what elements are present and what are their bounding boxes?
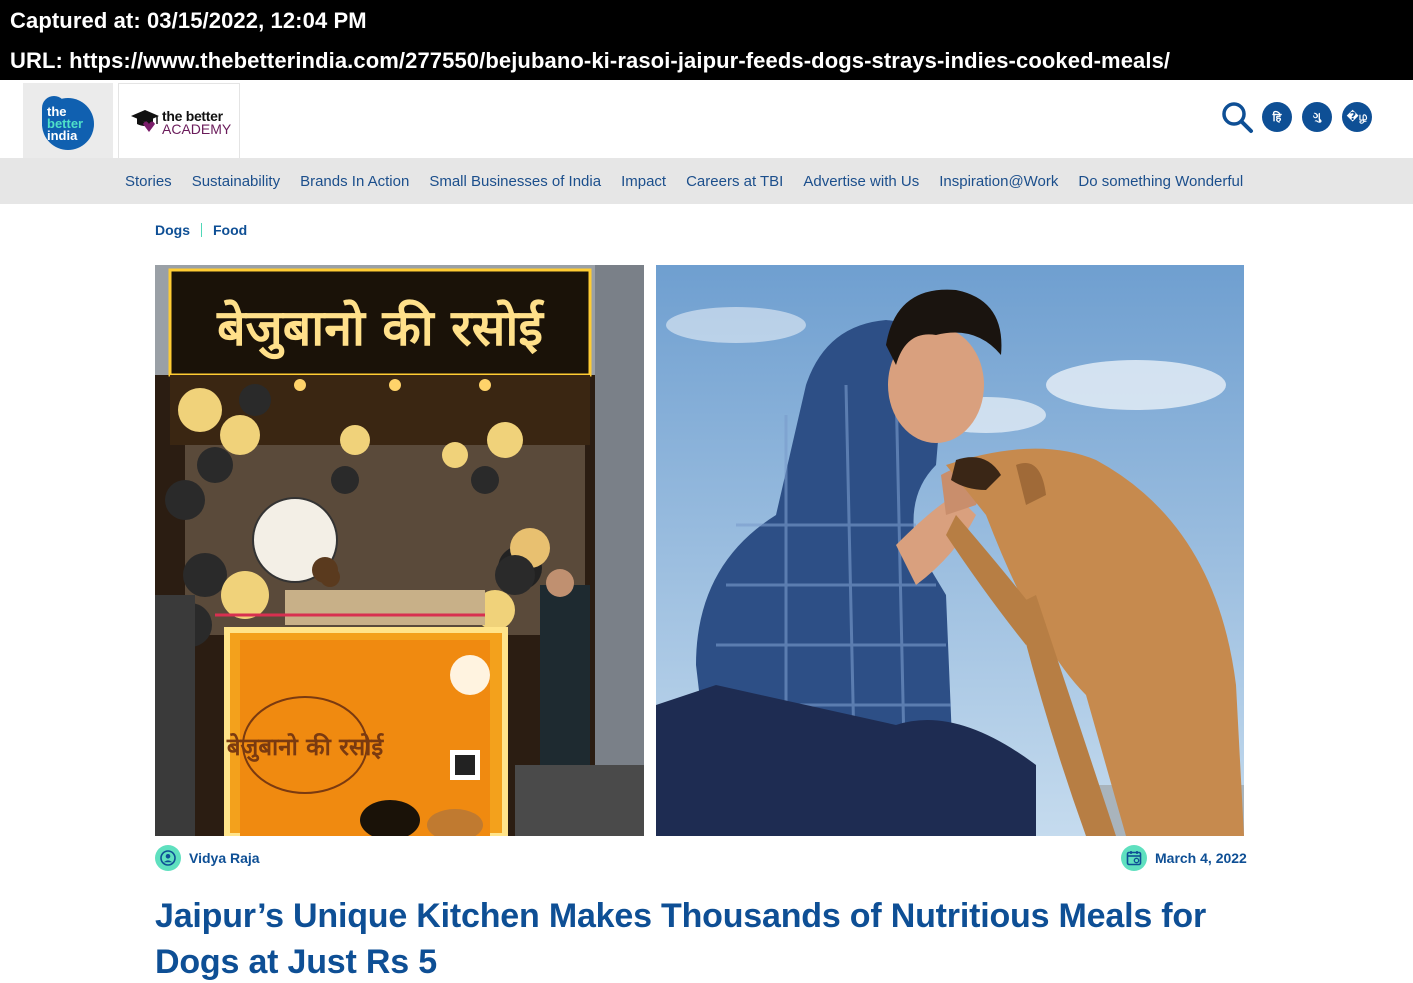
- nav-item-inspiration-at-work[interactable]: Inspiration@Work: [939, 173, 1058, 190]
- calendar-icon: [1121, 845, 1147, 871]
- logo-word-india: india: [47, 128, 78, 143]
- breadcrumb-dogs[interactable]: Dogs: [155, 222, 190, 238]
- stall-sign-text: बेजुबानो की रसोई: [216, 299, 545, 360]
- publish-date: March 4, 2022: [1155, 850, 1247, 866]
- nav-item-small-businesses[interactable]: Small Businesses of India: [429, 173, 601, 190]
- search-icon[interactable]: [1220, 100, 1254, 134]
- capture-banner: Captured at: 03/15/2022, 12:04 PM URL: h…: [0, 0, 1413, 80]
- language-hindi-button[interactable]: हि: [1262, 102, 1292, 132]
- headline-line-2: Dogs at Just Rs 5: [155, 943, 437, 981]
- counter-sign-text: बेजुबानो की रसोई: [226, 733, 385, 762]
- capture-url-text: URL: https://www.thebetterindia.com/2775…: [10, 48, 1171, 73]
- headline-line-1: Jaipur’s Unique Kitchen Makes Thousands …: [155, 897, 1206, 935]
- nav-item-impact[interactable]: Impact: [621, 173, 666, 190]
- nav-item-do-something-wonderful[interactable]: Do something Wonderful: [1078, 173, 1243, 190]
- breadcrumb-separator: [201, 223, 202, 237]
- graduation-cap-icon: [131, 110, 159, 132]
- main-nav: Stories Sustainability Brands In Action …: [0, 158, 1413, 204]
- language-gujarati-button[interactable]: ગુ: [1302, 102, 1332, 132]
- article-author[interactable]: Vidya Raja: [155, 844, 260, 872]
- article-headline: Jaipur’s Unique Kitchen Makes Thousands …: [155, 893, 1255, 983]
- author-name[interactable]: Vidya Raja: [189, 850, 260, 866]
- site-header: the better india the better ACADEMY हि ગ…: [0, 80, 1413, 158]
- hero-image-food-stall: बेजुबानो की रसोई बेजुबानो की रसोई: [155, 265, 644, 836]
- breadcrumb-food[interactable]: Food: [213, 222, 247, 238]
- article-date: March 4, 2022: [1121, 844, 1247, 872]
- nav-item-careers[interactable]: Careers at TBI: [686, 173, 783, 190]
- nav-item-sustainability[interactable]: Sustainability: [192, 173, 280, 190]
- academy-word-academy: ACADEMY: [162, 121, 232, 137]
- author-avatar-icon: [155, 845, 181, 871]
- nav-item-stories[interactable]: Stories: [125, 173, 172, 190]
- logo-wordmark: the better india: [47, 105, 83, 143]
- nav-item-brands-in-action[interactable]: Brands In Action: [300, 173, 409, 190]
- language-tamil-button[interactable]: �ழ: [1342, 102, 1372, 132]
- man-with-dog-illustration: [656, 265, 1244, 836]
- academy-wordmark: the better ACADEMY: [162, 109, 232, 137]
- captured-at-text: Captured at: 03/15/2022, 12:04 PM: [10, 8, 367, 33]
- the-better-india-logo[interactable]: the better india: [23, 83, 113, 158]
- nav-list: Stories Sustainability Brands In Action …: [125, 158, 1263, 204]
- nav-item-advertise[interactable]: Advertise with Us: [803, 173, 919, 190]
- hero-image-man-with-dog: [656, 265, 1244, 836]
- food-stall-illustration: बेजुबानो की रसोई बेजुबानो की रसोई: [155, 265, 644, 836]
- the-better-academy-logo[interactable]: the better ACADEMY: [118, 83, 240, 158]
- breadcrumb: Dogs Food: [155, 222, 247, 238]
